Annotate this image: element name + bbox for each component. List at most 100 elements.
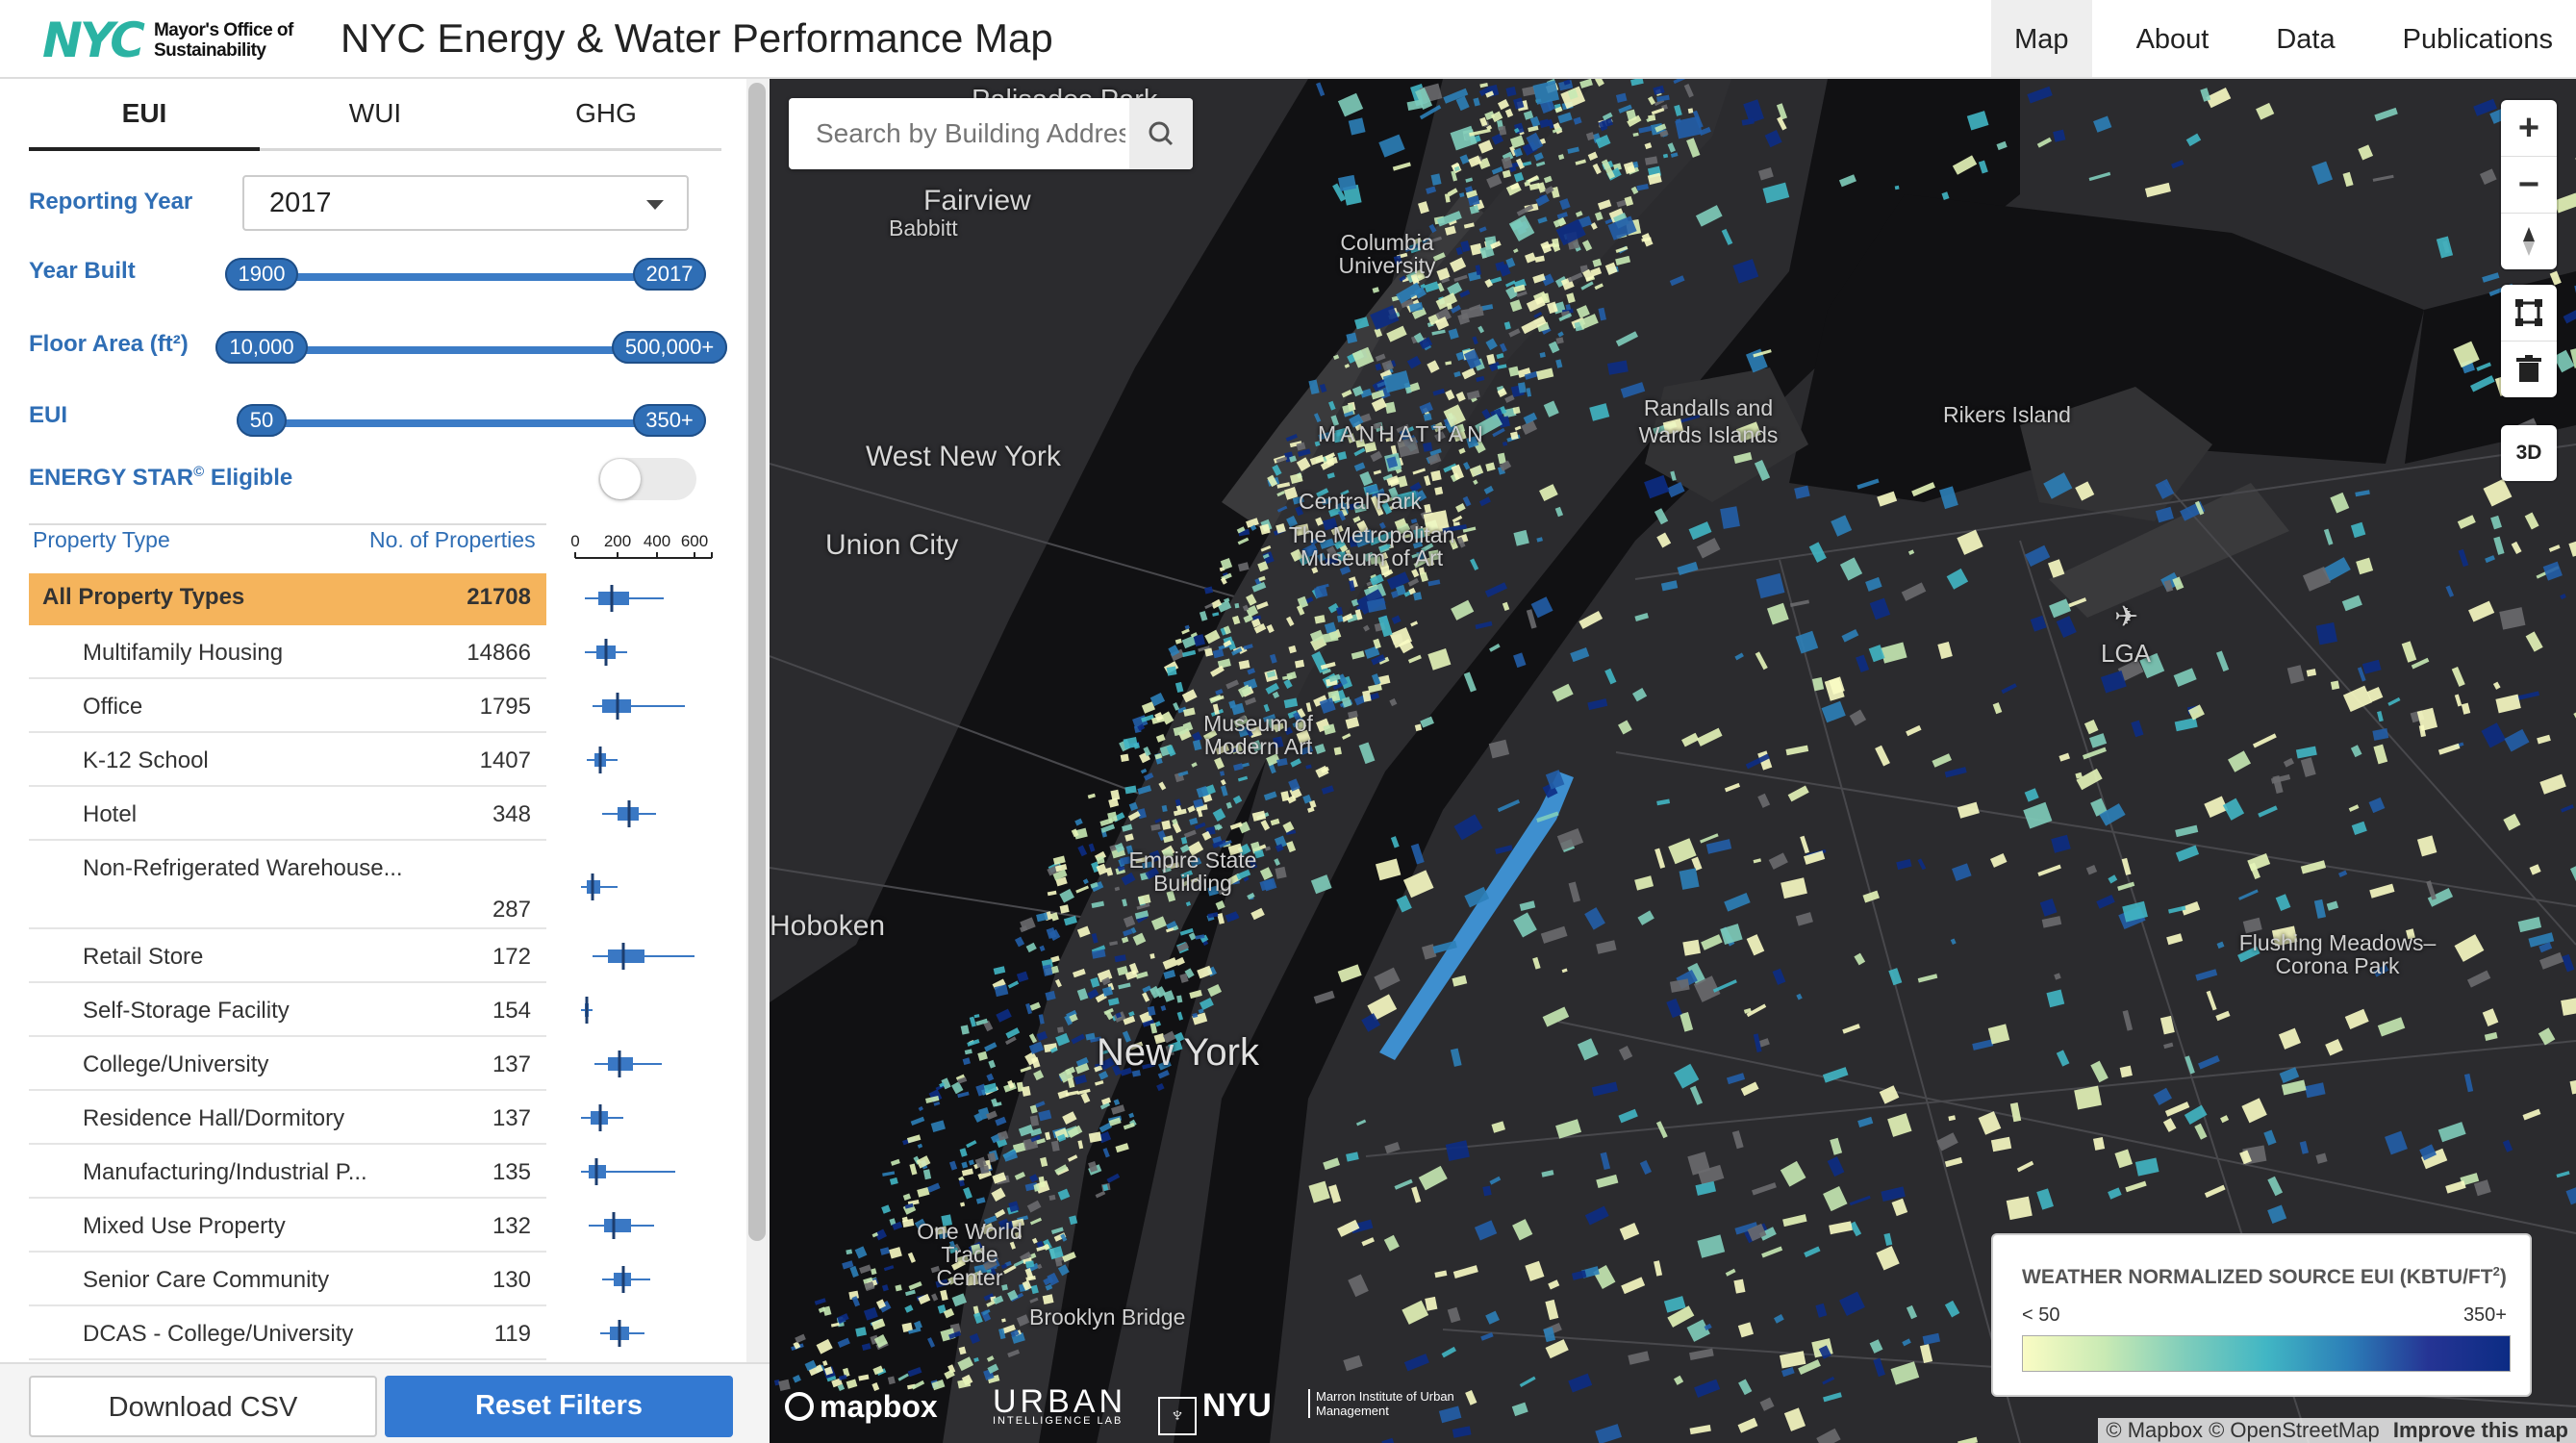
- nav-data[interactable]: Data: [2253, 0, 2358, 77]
- property-type-row[interactable]: K-12 School 1407: [29, 735, 546, 787]
- zoom-in-button[interactable]: +: [2501, 100, 2557, 156]
- toggle-knob: [600, 459, 641, 499]
- nyc-logo[interactable]: NYC Mayor's Office of Sustainability: [42, 16, 293, 64]
- map-label-union-city: Union City: [825, 529, 959, 561]
- property-type-name: Non-Refrigerated Warehouse...: [83, 855, 403, 881]
- year-built-label: Year Built: [29, 258, 136, 284]
- property-type-name: Mixed Use Property: [83, 1213, 286, 1239]
- property-type-row[interactable]: Mixed Use Property 132: [29, 1201, 546, 1253]
- column-property-count: No. of Properties: [369, 527, 536, 552]
- address-search: [789, 98, 1193, 169]
- property-type-row[interactable]: Manufacturing/Industrial P... 135: [29, 1147, 546, 1199]
- property-type-row[interactable]: Multifamily Housing 14866: [29, 627, 546, 679]
- property-count: 172: [492, 944, 531, 970]
- eui-slider[interactable]: [260, 419, 664, 427]
- boxplot-box: [608, 949, 644, 963]
- property-type-name: College/University: [83, 1051, 269, 1077]
- zoom-out-button[interactable]: −: [2501, 156, 2557, 213]
- property-type-row[interactable]: Non-Refrigerated Warehouse... 287: [29, 843, 546, 929]
- property-type-name: Self-Storage Facility: [83, 998, 290, 1024]
- property-type-row[interactable]: Retail Store 172: [29, 931, 546, 983]
- axis-tick: 400: [644, 532, 670, 550]
- nav-about[interactable]: About: [2113, 0, 2233, 77]
- scrollbar-thumb[interactable]: [748, 83, 766, 1241]
- search-input[interactable]: [789, 98, 1127, 169]
- property-type-row[interactable]: Self-Storage Facility 154: [29, 985, 546, 1037]
- boxplot-axis: 0 200 400 600: [570, 532, 713, 559]
- reset-filters-button[interactable]: Reset Filters: [385, 1376, 733, 1437]
- floor-area-max-handle[interactable]: 500,000+: [612, 331, 727, 364]
- axis-tick: 600: [681, 532, 708, 550]
- eui-legend: WEATHER NORMALIZED SOURCE EUI (KBTU/FT2)…: [1991, 1233, 2532, 1397]
- property-type-row[interactable]: Senior Care Community 130: [29, 1254, 546, 1306]
- minus-icon: −: [2517, 165, 2540, 205]
- axis-tick: 200: [604, 532, 631, 550]
- eui-boxplot: [581, 873, 618, 900]
- year-built-slider[interactable]: [262, 273, 658, 281]
- search-button[interactable]: [1129, 98, 1193, 169]
- draw-controls: [2501, 285, 2557, 397]
- floor-area-min-handle[interactable]: 10,000: [215, 331, 308, 364]
- sidebar-actions: Download CSV Reset Filters: [0, 1362, 770, 1443]
- eui-boxplot: [585, 639, 627, 666]
- map-label-empire-state: Empire State Building: [1128, 848, 1257, 896]
- property-type-row[interactable]: All Property Types 21708: [29, 573, 546, 625]
- airport-icon: ✈: [2114, 601, 2139, 633]
- map-canvas[interactable]: Palisades Park Fairview Babbitt Columbia…: [770, 79, 2576, 1443]
- tab-wui[interactable]: WUI: [260, 79, 491, 148]
- urban-intelligence-lab-logo: URBAN INTELLIGENCE LAB: [993, 1383, 1127, 1427]
- mapbox-logo[interactable]: mapbox: [785, 1389, 938, 1425]
- energy-star-toggle[interactable]: [598, 458, 696, 500]
- improve-map-link[interactable]: Improve this map: [2393, 1418, 2568, 1442]
- zoom-controls: + −: [2501, 100, 2557, 269]
- map-label-manhattan: MANHATTAN: [1318, 421, 1487, 446]
- tab-eui[interactable]: EUI: [29, 79, 260, 151]
- delete-shape-button[interactable]: [2501, 341, 2557, 397]
- property-type-name: Retail Store: [83, 944, 204, 970]
- year-built-max-handle[interactable]: 2017: [633, 258, 706, 291]
- draw-polygon-button[interactable]: [2501, 285, 2557, 341]
- map-label-fairview: Fairview: [923, 185, 1031, 216]
- property-type-name: Residence Hall/Dormitory: [83, 1105, 345, 1131]
- attribution-text[interactable]: © Mapbox © OpenStreetMap: [2106, 1418, 2379, 1442]
- property-count: 137: [492, 1051, 531, 1077]
- property-type-name: All Property Types: [42, 584, 245, 610]
- property-type-row[interactable]: Residence Hall/Dormitory 137: [29, 1093, 546, 1145]
- eui-max-handle[interactable]: 350+: [633, 404, 706, 437]
- property-type-name: Office: [83, 694, 143, 720]
- property-type-name: K-12 School: [83, 747, 209, 773]
- download-csv-button[interactable]: Download CSV: [29, 1376, 377, 1437]
- year-built-min-handle[interactable]: 1900: [225, 258, 298, 291]
- reporting-year-value: 2017: [269, 188, 332, 218]
- property-type-name: Hotel: [83, 801, 138, 827]
- sidebar-scrollbar[interactable]: [746, 79, 770, 1443]
- eui-boxplot: [594, 1051, 662, 1077]
- property-count: 1795: [479, 694, 531, 720]
- eui-boxplot: [589, 1212, 654, 1239]
- nav-publications[interactable]: Publications: [2380, 0, 2576, 77]
- metric-tabs: EUI WUI GHG: [29, 79, 721, 151]
- eui-min-handle[interactable]: 50: [237, 404, 287, 437]
- eui-boxplot: [600, 1320, 644, 1347]
- property-count: 287: [492, 897, 531, 923]
- property-count: 137: [492, 1105, 531, 1131]
- property-count: 154: [492, 998, 531, 1024]
- property-type-name: Multifamily Housing: [83, 640, 284, 666]
- property-type-row[interactable]: Hotel 348: [29, 789, 546, 841]
- nav-map[interactable]: Map: [1991, 0, 2092, 77]
- legend-min-label: < 50: [2022, 1304, 2060, 1326]
- map-label-west-new-york: West New York: [866, 441, 1061, 472]
- property-type-row[interactable]: College/University 137: [29, 1039, 546, 1091]
- reporting-year-select[interactable]: 2017: [242, 175, 689, 231]
- map-label-lga: LGA: [2101, 639, 2152, 668]
- floor-area-slider[interactable]: [260, 346, 664, 354]
- tab-ghg[interactable]: GHG: [491, 79, 721, 148]
- compass-button[interactable]: [2501, 213, 2557, 269]
- property-type-row[interactable]: Office 1795: [29, 681, 546, 733]
- eui-boxplot: [587, 747, 618, 773]
- property-type-row[interactable]: DCAS - College/University 119: [29, 1308, 546, 1360]
- three-d-button[interactable]: 3D: [2501, 425, 2557, 481]
- eui-boxplot: [581, 1104, 623, 1131]
- nyu-logo: ♆ NYU: [1158, 1387, 1272, 1435]
- map-label-new-york: New York: [1097, 1031, 1259, 1074]
